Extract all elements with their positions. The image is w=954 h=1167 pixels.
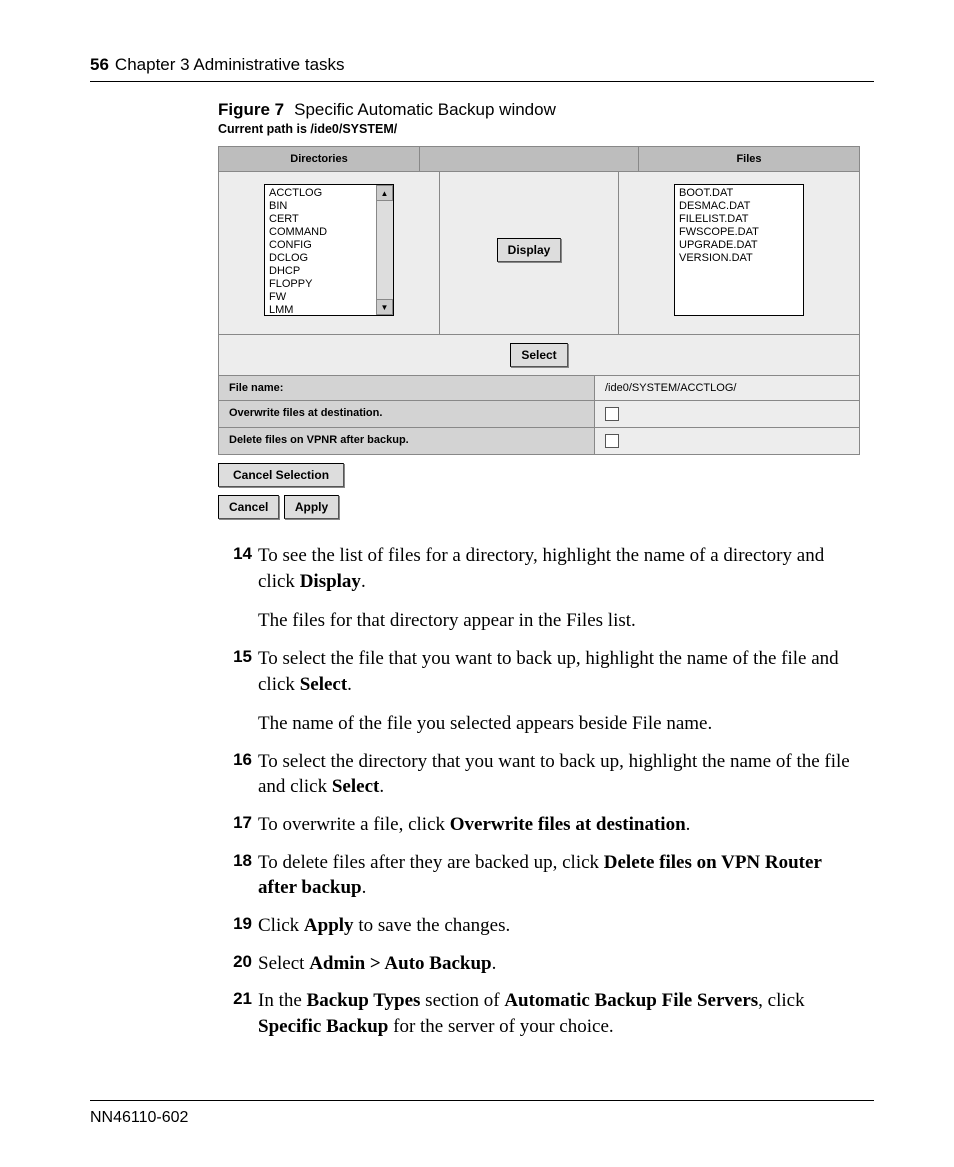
dir-item[interactable]: DCLOG	[269, 252, 372, 265]
dir-item[interactable]: DHCP	[269, 265, 372, 278]
step-text: .	[492, 953, 497, 974]
step-text: To delete files after they are backed up…	[258, 852, 604, 873]
step-bold: Automatic Backup File Servers	[504, 990, 758, 1011]
step-bold: Backup Types	[307, 990, 421, 1011]
step-text: The name of the file you selected appear…	[258, 711, 864, 737]
files-listbox[interactable]: BOOT.DAT DESMAC.DAT FILELIST.DAT FWSCOPE…	[674, 184, 804, 316]
file-item[interactable]: DESMAC.DAT	[679, 200, 799, 213]
step-14: 14 To see the list of files for a direct…	[218, 543, 864, 634]
dir-item[interactable]: COMMAND	[269, 226, 372, 239]
step-bold: Overwrite files at destination	[450, 814, 686, 835]
step-text: In the	[258, 990, 307, 1011]
document-id: NN46110-602	[90, 1109, 874, 1127]
step-text: The files for that directory appear in t…	[258, 608, 864, 634]
step-19: 19 Click Apply to save the changes.	[218, 913, 864, 939]
scroll-track[interactable]	[377, 201, 393, 299]
file-item[interactable]: BOOT.DAT	[679, 187, 799, 200]
step-text: for the server of your choice.	[388, 1016, 613, 1037]
dir-item[interactable]: FLOPPY	[269, 278, 372, 291]
filename-value: /ide0/SYSTEM/ACCTLOG/	[595, 376, 859, 400]
chapter-title: Chapter 3 Administrative tasks	[115, 55, 345, 75]
cancel-selection-button[interactable]: Cancel Selection	[218, 463, 344, 487]
file-item[interactable]: FWSCOPE.DAT	[679, 226, 799, 239]
scroll-down-icon[interactable]: ▼	[377, 299, 393, 315]
delete-label: Delete files on VPNR after backup.	[219, 428, 595, 454]
scrollbar[interactable]: ▲ ▼	[376, 185, 393, 315]
filename-label: File name:	[219, 376, 595, 400]
step-text: section of	[420, 990, 504, 1011]
directories-header: Directories	[219, 147, 420, 171]
figure-label: Figure 7	[218, 100, 284, 119]
dir-item[interactable]: BIN	[269, 200, 372, 213]
step-20: 20 Select Admin > Auto Backup.	[218, 951, 864, 977]
display-button[interactable]: Display	[497, 238, 562, 262]
step-number: 19	[218, 913, 258, 939]
figure-caption: Figure 7 Specific Automatic Backup window	[218, 100, 864, 120]
page-header: 56 Chapter 3 Administrative tasks	[90, 55, 874, 75]
file-item[interactable]: VERSION.DAT	[679, 252, 799, 265]
step-text: To overwrite a file, click	[258, 814, 450, 835]
step-number: 20	[218, 951, 258, 977]
step-number: 18	[218, 850, 258, 901]
step-number: 14	[218, 543, 258, 634]
select-button[interactable]: Select	[510, 343, 567, 367]
step-text: Click	[258, 915, 304, 936]
step-text: .	[361, 571, 366, 592]
file-item[interactable]: UPGRADE.DAT	[679, 239, 799, 252]
step-18: 18 To delete files after they are backed…	[218, 850, 864, 901]
step-bold: Select	[332, 776, 379, 797]
step-number: 16	[218, 749, 258, 800]
step-15: 15 To select the file that you want to b…	[218, 646, 864, 737]
overwrite-checkbox[interactable]	[605, 407, 619, 421]
step-17: 17 To overwrite a file, click Overwrite …	[218, 812, 864, 838]
step-bold: Apply	[304, 915, 354, 936]
footer-rule	[90, 1100, 874, 1101]
step-bold: Display	[300, 571, 361, 592]
step-bold: Specific Backup	[258, 1016, 388, 1037]
dir-item[interactable]: ACCTLOG	[269, 187, 372, 200]
step-number: 15	[218, 646, 258, 737]
page-number: 56	[90, 55, 109, 75]
middle-header	[420, 147, 639, 171]
delete-checkbox[interactable]	[605, 434, 619, 448]
scroll-up-icon[interactable]: ▲	[377, 185, 393, 201]
overwrite-label: Overwrite files at destination.	[219, 401, 595, 427]
backup-panel: Directories Files ACCTLOG BIN CERT COMMA…	[218, 146, 860, 455]
step-21: 21 In the Backup Types section of Automa…	[218, 988, 864, 1039]
dir-item[interactable]: LMM	[269, 304, 372, 315]
step-text: .	[686, 814, 691, 835]
step-text: Select	[258, 953, 309, 974]
directories-listbox[interactable]: ACCTLOG BIN CERT COMMAND CONFIG DCLOG DH…	[264, 184, 394, 316]
step-text: .	[379, 776, 384, 797]
cancel-button[interactable]: Cancel	[218, 495, 279, 519]
step-text: .	[362, 877, 367, 898]
step-text: , click	[758, 990, 804, 1011]
dir-item[interactable]: CERT	[269, 213, 372, 226]
step-number: 17	[218, 812, 258, 838]
step-text: .	[347, 674, 352, 695]
current-path: Current path is /ide0/SYSTEM/	[218, 122, 864, 136]
dir-item[interactable]: CONFIG	[269, 239, 372, 252]
step-bold: Admin > Auto Backup	[309, 953, 491, 974]
dir-item[interactable]: FW	[269, 291, 372, 304]
step-number: 21	[218, 988, 258, 1039]
file-item[interactable]: FILELIST.DAT	[679, 213, 799, 226]
apply-button[interactable]: Apply	[284, 495, 339, 519]
files-header: Files	[639, 147, 859, 171]
header-rule	[90, 81, 874, 82]
figure-title: Specific Automatic Backup window	[294, 100, 556, 119]
step-16: 16 To select the directory that you want…	[218, 749, 864, 800]
step-text: to save the changes.	[354, 915, 511, 936]
step-bold: Select	[300, 674, 347, 695]
